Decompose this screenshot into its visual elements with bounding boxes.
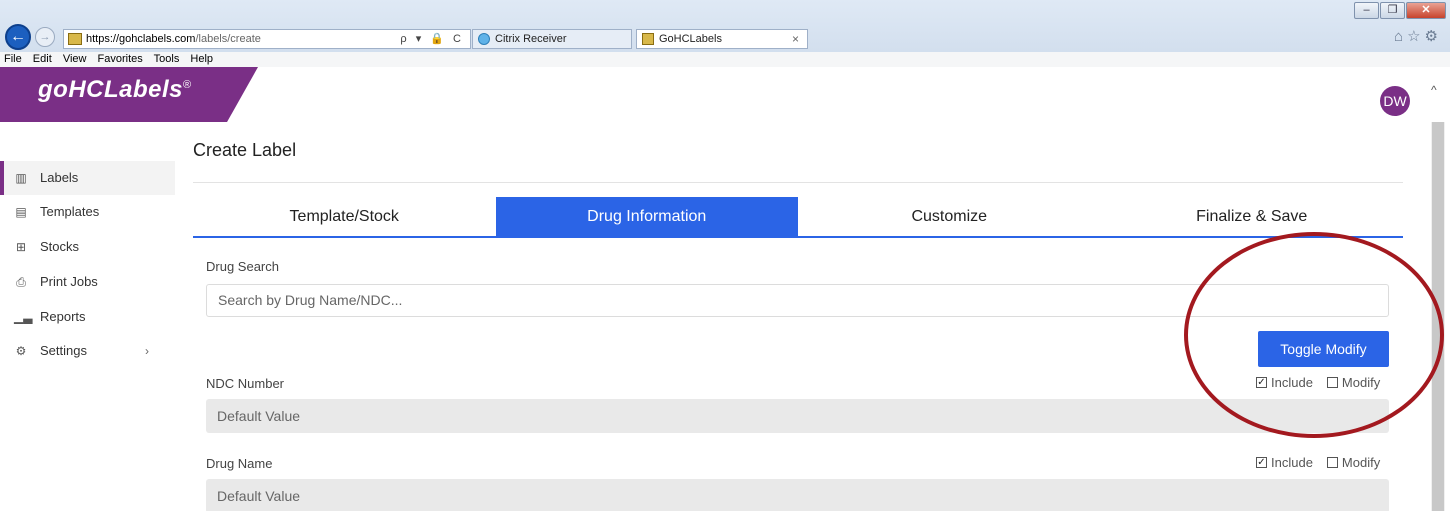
favorites-star-icon[interactable]: ☆ (1407, 28, 1424, 45)
menu-tools[interactable]: Tools (154, 53, 180, 65)
browser-tab-title: Citrix Receiver (495, 33, 567, 45)
ndc-number-label: NDC Number (206, 376, 285, 391)
address-bar[interactable]: https://gohclabels.com/labels/create ρ ▾… (63, 29, 471, 49)
tab-template-stock[interactable]: Template/Stock (193, 197, 496, 236)
sidebar-item-stocks[interactable]: ⊞ Stocks (0, 230, 175, 264)
gears-icon: ⚙ (15, 344, 27, 358)
close-window-icon[interactable]: ✕ (1406, 2, 1446, 19)
sidebar-item-templates[interactable]: ▤ Templates (0, 195, 175, 229)
drug-name-options: ✓ Include Modify (1256, 455, 1380, 470)
sidebar-item-label: Templates (40, 204, 100, 219)
annotation-ellipse (1184, 232, 1444, 438)
registered-mark: ® (183, 79, 192, 91)
sidebar-item-label: Stocks (40, 239, 80, 254)
app-logo[interactable]: goHCLabels® (38, 76, 192, 104)
menu-view[interactable]: View (63, 53, 87, 65)
sidebar: ▥ Labels ▤ Templates ⊞ Stocks ⎙ Print Jo… (0, 122, 175, 511)
gohclabels-favicon-icon (642, 33, 654, 45)
browser-chrome: ← → https://gohclabels.com/labels/create… (0, 0, 1450, 67)
minimize-icon[interactable]: ‒ (1354, 2, 1379, 19)
back-arrow-icon[interactable]: ← (5, 24, 31, 50)
sidebar-item-labels[interactable]: ▥ Labels (0, 161, 175, 195)
settings-gear-icon[interactable]: ⚙ (1425, 28, 1442, 45)
drug-name-field[interactable]: Default Value (206, 479, 1389, 511)
include-label: Include (1271, 455, 1313, 470)
sidebar-item-label: Labels (40, 170, 79, 185)
ndc-number-field[interactable]: Default Value (206, 399, 1389, 433)
templates-icon: ▤ (15, 205, 27, 219)
address-tools-icon[interactable]: ρ ▾ 🔒 C (400, 30, 464, 48)
site-favicon-icon (68, 33, 82, 45)
modify-label: Modify (1341, 455, 1381, 470)
sidebar-item-label: Print Jobs (40, 274, 98, 289)
menu-help[interactable]: Help (190, 53, 213, 65)
wizard-steps: Template/Stock Drug Information Customiz… (193, 197, 1403, 238)
browser-tab-title: GoHCLabels (659, 33, 722, 45)
maximize-icon[interactable]: ❐ (1380, 2, 1405, 19)
logo-text: goHCLabels (38, 76, 184, 103)
url-host: https://gohclabels.com (86, 33, 196, 45)
app-header: goHCLabels® DW ^ (0, 67, 1450, 122)
tab-finalize-save[interactable]: Finalize & Save (1101, 197, 1404, 236)
sidebar-item-label: Settings (40, 343, 87, 358)
printer-icon: ⎙ (16, 275, 26, 289)
chart-icon: ▁▃ (14, 310, 33, 324)
tab-close-icon[interactable]: × (792, 30, 799, 48)
sidebar-item-label: Reports (40, 309, 86, 324)
forward-arrow-icon[interactable]: → (35, 27, 55, 47)
menu-favorites[interactable]: Favorites (98, 53, 143, 65)
menu-file[interactable]: File (4, 53, 22, 65)
home-icon[interactable]: ⌂ (1394, 28, 1407, 45)
scroll-up-arrow-icon[interactable]: ^ (1431, 83, 1437, 97)
title-divider (193, 182, 1403, 183)
browser-tab-citrix[interactable]: Citrix Receiver (472, 29, 632, 49)
screen: ← → https://gohclabels.com/labels/create… (0, 0, 1450, 511)
url-path: /labels/create (195, 33, 261, 45)
drug-name-include-checkbox[interactable]: ✓ (1256, 457, 1267, 468)
browser-menubar: File Edit View Favorites Tools Help (0, 52, 1450, 67)
tab-drug-information[interactable]: Drug Information (495, 197, 798, 236)
sidebar-item-reports[interactable]: ▁▃ Reports (0, 300, 175, 334)
chevron-right-icon: › (145, 344, 149, 358)
citrix-ie-icon (478, 33, 490, 45)
menu-edit[interactable]: Edit (33, 53, 52, 65)
sidebar-item-print-jobs[interactable]: ⎙ Print Jobs (0, 265, 175, 299)
user-avatar[interactable]: DW (1380, 86, 1410, 116)
browser-toolbar-icons: ⌂☆⚙ (1394, 27, 1442, 45)
window-controls: ‒ ❐ ✕ (1353, 2, 1446, 19)
barcode-icon: ▥ (15, 171, 27, 185)
drug-name-modify-checkbox[interactable] (1326, 457, 1338, 468)
drug-search-label: Drug Search (206, 259, 279, 274)
grid-icon: ⊞ (15, 240, 27, 254)
browser-tab-gohclabels[interactable]: GoHCLabels × (636, 29, 808, 49)
page-title: Create Label (193, 140, 297, 160)
sidebar-item-settings[interactable]: ⚙ Settings › (0, 334, 175, 368)
tab-customize[interactable]: Customize (798, 197, 1101, 236)
drug-name-label: Drug Name (206, 456, 273, 471)
